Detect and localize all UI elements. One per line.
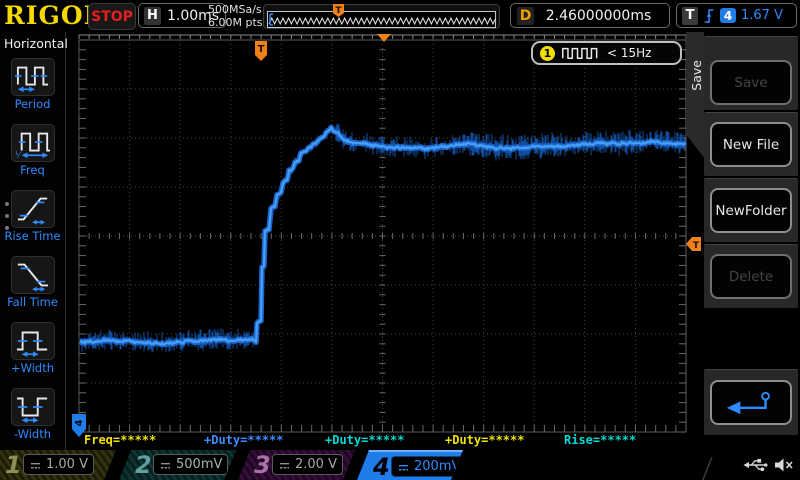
- menu-item-label: Period: [0, 97, 65, 111]
- trigger-frequency-notification: 1 < 15Hz: [531, 41, 682, 65]
- newfolder-button[interactable]: NewFolder: [710, 188, 792, 233]
- channel-3-scale: 2.00 V: [295, 457, 337, 472]
- channel-3-scale-box: 2.00 V: [272, 454, 343, 475]
- left-menu-title: Horizontal: [4, 36, 68, 51]
- oscilloscope-screen: T T 4 RIGOL STOP H 1.00ms 500MSa/s 6.00M p…: [0, 0, 800, 480]
- fall-time-icon: [11, 256, 55, 294]
- trigger-frequency-text: < 15Hz: [607, 46, 651, 60]
- channel-1-scale: 1.00 V: [46, 457, 88, 472]
- status-icons-panel: [698, 450, 800, 480]
- trigger-position-marker[interactable]: [377, 34, 391, 42]
- channel-4-position-flag-label: 4: [74, 419, 85, 426]
- menu-item-label: Fall Time: [0, 295, 65, 309]
- bottom-channel-bar: 1 1.00 V 2 500mV 3 2.00 V 4 200mV: [0, 450, 800, 480]
- channel-1-scale-box: 1.00 V: [23, 454, 94, 475]
- menu-item-label: Rise Time: [0, 229, 65, 243]
- channel-1-block[interactable]: 1 1.00 V: [0, 450, 116, 480]
- scroll-dot: [5, 202, 9, 206]
- channel-3-number: 3: [254, 451, 271, 479]
- right-soft-menu: Save Save New File NewFolder Delete: [686, 32, 800, 450]
- dc-coupling-icon: [397, 457, 410, 476]
- delay-label: D: [517, 7, 534, 25]
- top-status-bar: RIGOL STOP H 1.00ms 500MSa/s 6.00M pts T…: [0, 0, 800, 32]
- rising-edge-icon: [703, 7, 715, 25]
- channel-4-scale: 200mV: [414, 459, 460, 474]
- plus-width-icon: [11, 322, 55, 360]
- channel-2-scale: 500mV: [176, 457, 222, 472]
- soft-menu-tile: [704, 369, 798, 435]
- sample-rate: 500MSa/s: [208, 3, 263, 16]
- usb-icon: [742, 457, 770, 473]
- memory-depth: 6.00M pts: [208, 16, 263, 29]
- trigger-level-value: 1.67 V: [741, 8, 783, 23]
- pulse-train-icon: [561, 46, 601, 60]
- menu-item--width[interactable]: +Width: [0, 322, 65, 375]
- delete-button[interactable]: Delete: [710, 254, 792, 299]
- channel-4-scale-box: 200mV: [391, 456, 466, 477]
- channel-4-block[interactable]: 4 200mV: [357, 450, 463, 480]
- trigger-box[interactable]: T 4 1.67 V: [676, 3, 797, 28]
- measurement-readout: +Duty=*****: [204, 433, 283, 447]
- minus-width-icon: [11, 388, 55, 426]
- measurement-readout: Freq=*****: [84, 433, 156, 447]
- record-waveform-thumbnail: [267, 11, 496, 28]
- measurement-readout: +Duty=*****: [445, 433, 524, 447]
- soft-menu-tile: Delete: [704, 244, 798, 308]
- new-file-button[interactable]: New File: [710, 122, 792, 167]
- dc-coupling-icon: [159, 455, 172, 474]
- menu-item-label: -Width: [0, 427, 65, 441]
- horizontal-label: H: [144, 7, 161, 25]
- menu-item-label: +Width: [0, 361, 65, 375]
- menu-item-freq[interactable]: ⅟ Freq: [0, 124, 65, 177]
- trigger-time-flag-label: T: [258, 44, 265, 55]
- channel-1-badge: 1: [540, 46, 555, 61]
- menu-tab: Save: [686, 32, 706, 160]
- menu-tab-label: Save: [689, 60, 704, 91]
- channel-2-scale-box: 500mV: [153, 454, 228, 475]
- period-icon: [11, 58, 55, 96]
- trigger-label: T: [682, 7, 698, 25]
- channel-3-block[interactable]: 3 2.00 V: [238, 450, 355, 480]
- menu-item-fall-time[interactable]: Fall Time: [0, 256, 65, 309]
- save-button[interactable]: Save: [710, 60, 792, 105]
- menu-item-rise-time[interactable]: Rise Time: [0, 190, 65, 243]
- scroll-dot: [5, 214, 9, 218]
- dc-coupling-icon: [29, 455, 42, 474]
- channel-4-number: 4: [373, 453, 390, 480]
- left-function-menu: Horizontal Period ⅟ Freq Rise Time Fall Time…: [0, 32, 66, 450]
- acquisition-info: 500MSa/s 6.00M pts: [208, 3, 263, 29]
- freq-icon: ⅟: [11, 124, 55, 162]
- measurement-readout: +Duty=*****: [325, 433, 404, 447]
- menu-item-period[interactable]: Period: [0, 58, 65, 111]
- soft-menu-tile: New File: [704, 112, 798, 176]
- delay-value: 2.46000000ms: [534, 8, 663, 24]
- back-button[interactable]: [710, 380, 792, 425]
- delay-box[interactable]: D 2.46000000ms: [510, 3, 670, 28]
- run-state-indicator[interactable]: STOP: [88, 3, 136, 30]
- channel-1-number: 1: [5, 451, 22, 479]
- record-position-preview[interactable]: T: [263, 4, 500, 29]
- dc-coupling-icon: [278, 455, 291, 474]
- trigger-source-channel: 4: [720, 8, 736, 23]
- menu-item-label: Freq: [0, 163, 65, 177]
- speaker-muted-icon: [774, 457, 794, 473]
- waveform-display: T T 4: [0, 0, 800, 480]
- scroll-dot: [5, 226, 9, 230]
- svg-text:⅟: ⅟: [15, 151, 22, 160]
- channel-2-block[interactable]: 2 500mV: [119, 450, 236, 480]
- measurement-readout: Rise=*****: [564, 433, 636, 447]
- menu-item--width[interactable]: -Width: [0, 388, 65, 441]
- soft-menu-tile: Save: [704, 36, 798, 110]
- thumbnail-wave-icon: [268, 12, 495, 27]
- soft-menu-column: Save New File NewFolder Delete: [704, 32, 798, 450]
- channel-2-number: 2: [135, 451, 152, 479]
- rise-time-icon: [11, 190, 55, 228]
- panel-divider: [698, 457, 714, 480]
- soft-menu-tile: NewFolder: [704, 178, 798, 242]
